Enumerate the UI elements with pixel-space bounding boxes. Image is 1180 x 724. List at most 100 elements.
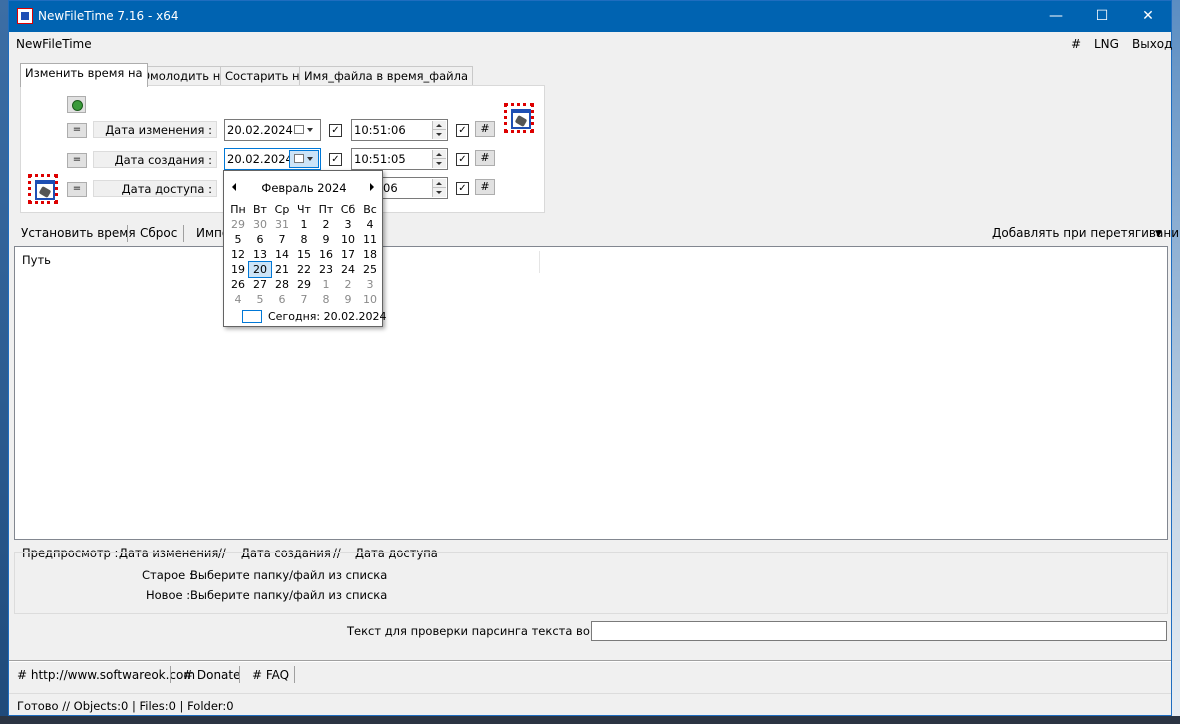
- calendar-day[interactable]: 7: [271, 232, 293, 247]
- column-path[interactable]: Путь: [22, 253, 51, 267]
- status-text: Готово // Objects:0 | Files:0 | Folder:0: [17, 699, 234, 713]
- calendar-day[interactable]: 23: [315, 262, 337, 277]
- calendar-day[interactable]: 12: [227, 247, 249, 262]
- calendar-day[interactable]: 4: [359, 217, 381, 232]
- reset-button[interactable]: Сброс: [140, 226, 177, 240]
- calendar-day[interactable]: 1: [293, 217, 315, 232]
- calendar-day[interactable]: 15: [293, 247, 315, 262]
- calendar-day[interactable]: 5: [227, 232, 249, 247]
- equal-button-accessed[interactable]: =: [67, 182, 87, 197]
- calendar-day[interactable]: 28: [271, 277, 293, 292]
- calendar-day[interactable]: 8: [293, 232, 315, 247]
- calendar-day[interactable]: 3: [359, 277, 381, 292]
- date-checkbox-created[interactable]: ✓: [329, 153, 342, 166]
- parse-test-input[interactable]: [591, 621, 1167, 641]
- hash-button-accessed[interactable]: #: [475, 179, 495, 195]
- calendar-day[interactable]: 29: [293, 277, 315, 292]
- calendar-day[interactable]: 25: [359, 262, 381, 277]
- date-input-modified[interactable]: 20.02.2024: [224, 119, 321, 141]
- file-time-icon[interactable]: [504, 103, 534, 133]
- desktop-left: [0, 0, 8, 724]
- calendar-day[interactable]: 24: [337, 262, 359, 277]
- tab-age[interactable]: Состарить на: [220, 66, 312, 86]
- calendar-day[interactable]: 21: [271, 262, 293, 277]
- calendar-day[interactable]: 30: [249, 217, 271, 232]
- donate-link[interactable]: # Donate: [183, 668, 241, 682]
- drag-add-dropdown[interactable]: Добавлять при перетягивании:: [992, 226, 1180, 240]
- calendar-day[interactable]: 16: [315, 247, 337, 262]
- calendar-dropdown-button[interactable]: [289, 150, 319, 168]
- calendar-day[interactable]: 10: [337, 232, 359, 247]
- tab-filename-to-time[interactable]: Имя_файла в время_файла: [299, 66, 474, 86]
- calendar-day[interactable]: 6: [249, 232, 271, 247]
- equal-button-created[interactable]: =: [67, 153, 87, 168]
- hash-button-modified[interactable]: #: [475, 121, 495, 137]
- tab-rejuvenate[interactable]: Омолодить на: [136, 66, 233, 86]
- calendar-week-row: 19 20 21 22 23 24 25: [227, 261, 381, 278]
- equal-button-modified[interactable]: =: [67, 123, 87, 138]
- calendar-day[interactable]: 6: [271, 292, 293, 307]
- calendar-dropdown-button[interactable]: [289, 121, 319, 139]
- time-spinner[interactable]: [432, 179, 446, 197]
- menu-exit[interactable]: Выход: [1132, 37, 1172, 51]
- hash-button-created[interactable]: #: [475, 150, 495, 166]
- time-spinner[interactable]: [432, 121, 446, 139]
- parse-test-label: Текст для проверки парсинга текста во вр…: [347, 624, 631, 638]
- menu-language[interactable]: LNG: [1094, 37, 1119, 51]
- calendar-day[interactable]: 8: [315, 292, 337, 307]
- calendar-day[interactable]: 10: [359, 292, 381, 307]
- previous-month-icon[interactable]: [232, 183, 236, 191]
- menu-hash[interactable]: #: [1071, 37, 1081, 51]
- preview-new-label: Новое :: [146, 588, 191, 602]
- faq-link[interactable]: # FAQ: [252, 668, 289, 682]
- toolbar-separator: [127, 225, 128, 242]
- weekday-header: Пт: [318, 203, 334, 216]
- calendar-day[interactable]: 2: [337, 277, 359, 292]
- calendar-day[interactable]: 13: [249, 247, 271, 262]
- calendar-day[interactable]: 5: [249, 292, 271, 307]
- date-checkbox-modified[interactable]: ✓: [329, 124, 342, 137]
- calendar-month-title[interactable]: Февраль 2024: [254, 181, 354, 195]
- time-checkbox-accessed[interactable]: ✓: [456, 182, 469, 195]
- calendar-day[interactable]: 9: [315, 232, 337, 247]
- calendar-day[interactable]: 11: [359, 232, 381, 247]
- set-time-button[interactable]: Установить время: [21, 226, 136, 240]
- calendar-day-selected[interactable]: 20: [248, 261, 272, 278]
- time-checkbox-modified[interactable]: ✓: [456, 124, 469, 137]
- calendar-day[interactable]: 7: [293, 292, 315, 307]
- calendar-day[interactable]: 2: [315, 217, 337, 232]
- menu-app[interactable]: NewFileTime: [16, 37, 92, 51]
- calendar-day[interactable]: 31: [271, 217, 293, 232]
- website-link[interactable]: # http://www.softwareok.com: [17, 668, 195, 682]
- calendar-day[interactable]: 27: [249, 277, 271, 292]
- file-time-icon-left[interactable]: [28, 174, 58, 204]
- calendar-day[interactable]: 19: [227, 262, 249, 277]
- file-list[interactable]: Путь: [14, 246, 1168, 540]
- calendar-day[interactable]: 9: [337, 292, 359, 307]
- calendar-day[interactable]: 14: [271, 247, 293, 262]
- calendar-day[interactable]: 18: [359, 247, 381, 262]
- tab-change-time[interactable]: Изменить время на: [20, 63, 148, 87]
- taskbar-strip: [0, 716, 1180, 724]
- time-spinner[interactable]: [432, 150, 446, 168]
- maximize-button[interactable]: ☐: [1079, 1, 1125, 32]
- calendar-popup[interactable]: Февраль 2024 Пн Вт Ср Чт Пт Сб Вс 29 30 31 1 2 3 4 5 6…: [223, 170, 387, 327]
- date-input-created[interactable]: 20.02.2024: [224, 148, 321, 170]
- calendar-day[interactable]: 4: [227, 292, 249, 307]
- time-input-modified[interactable]: 10:51:06: [351, 119, 448, 141]
- calendar-day[interactable]: 26: [227, 277, 249, 292]
- time-checkbox-created[interactable]: ✓: [456, 153, 469, 166]
- time-input-created[interactable]: 10:51:05: [351, 148, 448, 170]
- title-bar[interactable]: NewFileTime 7.16 - x64 — ☐ ✕: [9, 1, 1171, 32]
- minimize-button[interactable]: —: [1033, 1, 1079, 32]
- close-button[interactable]: ✕: [1125, 1, 1171, 32]
- calendar-day[interactable]: 22: [293, 262, 315, 277]
- next-month-icon[interactable]: [370, 183, 374, 191]
- calendar-day[interactable]: 29: [227, 217, 249, 232]
- calendar-day[interactable]: 3: [337, 217, 359, 232]
- chevron-down-icon[interactable]: ▼: [1155, 229, 1162, 239]
- refresh-icon[interactable]: [67, 96, 86, 113]
- calendar-today-text: Сегодня: 20.02.2024: [268, 310, 387, 323]
- calendar-day[interactable]: 1: [315, 277, 337, 292]
- calendar-day[interactable]: 17: [337, 247, 359, 262]
